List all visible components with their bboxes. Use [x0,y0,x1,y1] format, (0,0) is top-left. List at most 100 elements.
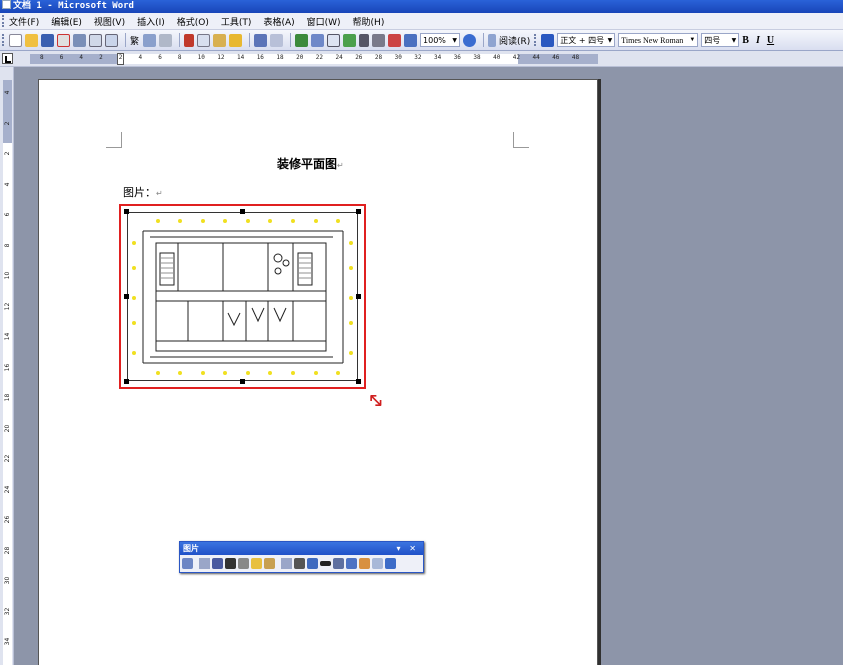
menu-file[interactable]: 文件(F) [9,15,39,28]
resize-handle[interactable] [356,379,361,384]
zoom-select[interactable]: 100% ▼ [420,33,461,47]
line-style-icon[interactable] [320,561,331,566]
menu-window[interactable]: 窗口(W) [307,15,341,28]
font-select[interactable]: Times New Roman ▼ [618,33,699,47]
less-contrast-icon[interactable] [238,558,249,569]
hyperlink-icon[interactable] [295,33,309,47]
email-icon[interactable] [73,33,86,47]
menu-table[interactable]: 表格(A) [263,15,294,28]
underline-button[interactable]: U [767,35,774,46]
toolbar-separator [179,33,181,47]
floor-plan-picture[interactable] [119,204,366,389]
resize-handle[interactable] [240,379,245,384]
ruler-number: 30 [394,54,402,61]
ruler-number: 4 [4,182,11,186]
traditional-chinese-button[interactable]: 繁 [130,34,139,47]
paste-icon[interactable] [213,33,227,47]
ruler-number: 48 [571,54,580,61]
vertical-ruler[interactable]: 4 2 2 4 6 8 10 12 14 16 18 20 22 24 26 28 30 32 34 [0,67,14,665]
toolbar-grip[interactable] [2,34,5,46]
text-wrapping-icon[interactable] [346,558,357,569]
menu-help[interactable]: 帮助(H) [353,15,385,28]
toolbar-grip[interactable] [534,34,537,46]
tables-borders-icon[interactable] [311,33,325,47]
rotate-left-icon[interactable] [307,558,318,569]
resize-handle[interactable] [240,209,245,214]
more-brightness-icon[interactable] [251,558,262,569]
crop-icon[interactable] [294,558,305,569]
open-folder-icon[interactable] [25,33,38,47]
resize-handle[interactable] [124,379,129,384]
ruler-number: 8 [4,243,11,247]
resize-handle[interactable] [356,209,361,214]
resize-handle[interactable] [124,294,129,299]
print-preview-icon[interactable] [105,33,118,47]
resize-handle[interactable] [124,209,129,214]
color-icon[interactable] [212,558,223,569]
menu-format[interactable]: 格式(O) [177,15,209,28]
picture-toolbar[interactable]: 图片 ▾ ✕ [179,541,424,573]
copy-icon[interactable] [197,33,211,47]
tab-selector[interactable] [2,53,13,64]
less-brightness-icon[interactable] [264,558,275,569]
menu-insert[interactable]: 插入(I) [137,15,165,28]
insert-excel-icon[interactable] [343,33,357,47]
ruler-number: 16 [256,54,264,61]
menu-edit[interactable]: 编辑(E) [51,15,82,28]
set-transparent-color-icon[interactable] [372,558,383,569]
menu-grip[interactable] [2,15,5,27]
picture-toolbar-title: 图片 [183,544,199,553]
toolbar-options-close-icon[interactable]: ▾ ✕ [396,542,419,555]
window-title: 文档 1 - Microsoft Word [13,1,134,11]
ruler-number: 2 [4,151,11,156]
ruler-number: 18 [276,54,284,61]
read-button[interactable]: 阅读(R) [499,34,530,47]
menu-view[interactable]: 视图(V) [94,15,125,28]
resize-handle[interactable] [356,294,361,299]
document-map-icon[interactable] [388,33,402,47]
ruler-number: 20 [296,54,304,61]
ruler-number: 12 [217,54,225,61]
permission-icon[interactable] [57,33,70,47]
format-picture-icon[interactable] [359,558,370,569]
toolbar-separator [483,33,485,47]
help-icon[interactable] [463,33,477,47]
new-document-icon[interactable] [9,33,22,47]
styles-formatting-icon[interactable] [541,33,555,47]
compress-picture-icon[interactable] [333,558,344,569]
chevron-down-icon: ▼ [689,37,696,43]
ruler-number: 32 [414,54,422,61]
save-icon[interactable] [41,33,54,47]
format-painter-icon[interactable] [229,33,243,47]
ruler-number: 20 [4,424,11,432]
spelling-icon[interactable] [143,33,157,47]
ruler-number: 34 [434,54,442,61]
cut-icon[interactable] [184,33,195,47]
font-size-select[interactable]: 四号 ▼ [701,33,740,47]
picture-label[interactable]: 图片：↵ [123,184,163,200]
ruler-number: 6 [4,212,11,217]
document-page[interactable]: 装修平面图↵ 图片：↵ ↔ [38,79,598,665]
picture-toolbar-titlebar[interactable]: 图片 ▾ ✕ [180,542,423,555]
undo-icon[interactable] [254,33,268,47]
columns-icon[interactable] [359,33,370,47]
reset-picture-icon[interactable] [385,558,396,569]
ruler-number: 14 [237,54,245,61]
bold-button[interactable]: B [742,35,749,46]
insert-table-icon[interactable] [327,33,341,47]
ruler-number: 40 [493,54,501,61]
insert-picture-icon[interactable] [182,558,193,569]
font-size-value: 四号 [704,35,721,45]
drawing-icon[interactable] [372,33,386,47]
ruler-number: 14 [4,332,11,341]
horizontal-ruler[interactable]: 8 6 4 2 2 4 6 8 10 12 14 16 18 20 22 24 26 28 30 32 34 36 38 40… [0,51,843,67]
more-contrast-icon[interactable] [225,558,236,569]
print-icon[interactable] [89,33,102,47]
style-select[interactable]: 正文 + 四号 ▼ [557,33,616,47]
italic-button[interactable]: I [756,35,760,46]
menu-tools[interactable]: 工具(T) [221,15,252,28]
redo-icon[interactable] [270,33,284,47]
research-icon[interactable] [159,33,173,47]
show-hide-icon[interactable] [404,33,418,47]
document-heading[interactable]: 装修平面图↵ [277,155,344,172]
